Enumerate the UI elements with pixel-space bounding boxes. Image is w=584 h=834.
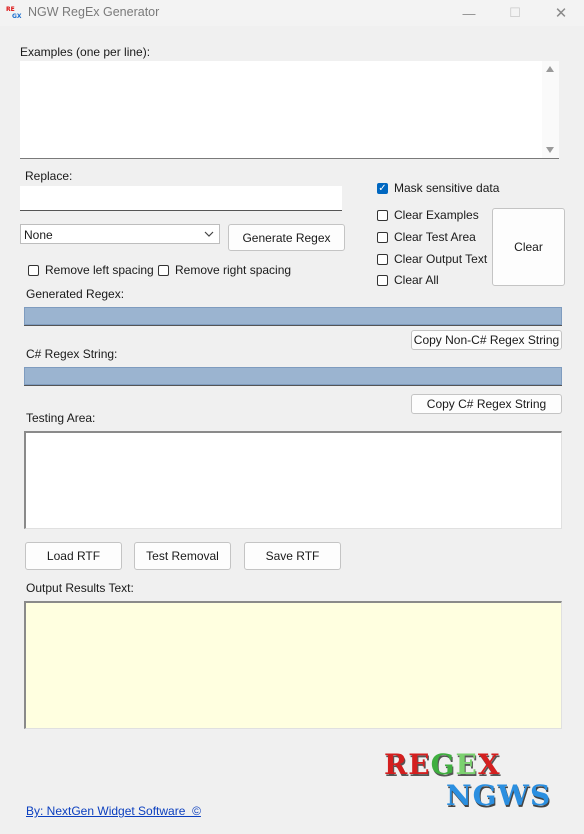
output-results-textbox[interactable] [24, 601, 562, 729]
minimize-button[interactable]: — [446, 0, 492, 26]
regex-logo: REGEX [384, 748, 501, 781]
checkbox-checked-icon[interactable]: ✓ [377, 182, 388, 194]
output-results-label: Output Results Text: [26, 581, 134, 595]
clear-test-area-checkbox[interactable]: Clear Test Area [377, 230, 476, 244]
svg-text:RE: RE [6, 6, 15, 13]
maximize-button[interactable]: ☐ [492, 0, 538, 26]
copy-csharp-button[interactable]: Copy C# Regex String [411, 394, 562, 414]
remove-left-spacing-checkbox[interactable]: Remove left spacing [28, 263, 154, 277]
close-button[interactable]: ✕ [538, 0, 584, 26]
replace-label: Replace: [25, 169, 73, 183]
checkbox-icon[interactable] [377, 231, 388, 243]
examples-textarea[interactable] [20, 61, 559, 159]
copy-non-csharp-button[interactable]: Copy Non-C# Regex String [411, 330, 562, 350]
save-rtf-button[interactable]: Save RTF [244, 542, 341, 570]
chevron-down-icon[interactable] [204, 230, 214, 238]
replace-input[interactable] [20, 186, 342, 211]
remove-right-spacing-label: Remove right spacing [175, 263, 292, 277]
scroll-up-arrow-icon[interactable] [546, 66, 554, 72]
window-title: NGW RegEx Generator [28, 5, 160, 19]
svg-text:GX: GX [12, 13, 22, 19]
clear-all-label: Clear All [394, 273, 439, 287]
testing-area-label: Testing Area: [26, 411, 96, 425]
clear-examples-label: Clear Examples [394, 208, 479, 222]
dropdown-selected-value: None [24, 228, 53, 242]
ngws-logo: NGWS [446, 779, 552, 812]
csharp-regex-underline [24, 385, 562, 386]
checkbox-icon[interactable] [377, 274, 388, 286]
title-bar: RE GX NGW RegEx Generator — ☐ ✕ [0, 0, 584, 26]
examples-scrollbar[interactable] [542, 61, 559, 158]
clear-button[interactable]: Clear [492, 208, 565, 286]
generated-regex-underline [24, 325, 562, 326]
checkbox-icon[interactable] [377, 209, 388, 221]
remove-right-spacing-checkbox[interactable]: Remove right spacing [158, 263, 291, 277]
clear-test-area-label: Clear Test Area [394, 230, 476, 244]
clear-all-checkbox[interactable]: Clear All [377, 273, 439, 287]
csharp-regex-label: C# Regex String: [26, 347, 118, 361]
mask-sensitive-checkbox[interactable]: ✓ Mask sensitive data [377, 181, 499, 195]
mode-dropdown[interactable]: None [20, 224, 220, 244]
examples-label: Examples (one per line): [20, 45, 151, 59]
generated-regex-label: Generated Regex: [26, 287, 125, 301]
scroll-down-arrow-icon[interactable] [546, 147, 554, 153]
checkbox-icon[interactable] [377, 253, 388, 265]
clear-output-text-label: Clear Output Text [394, 252, 488, 266]
clear-examples-checkbox[interactable]: Clear Examples [377, 208, 479, 222]
checkbox-icon[interactable] [28, 264, 39, 276]
app-icon: RE GX [6, 6, 22, 19]
remove-left-spacing-label: Remove left spacing [45, 263, 154, 277]
load-rtf-button[interactable]: Load RTF [25, 542, 122, 570]
testing-area-textbox[interactable] [24, 431, 562, 529]
generate-regex-button[interactable]: Generate Regex [228, 224, 345, 251]
test-removal-button[interactable]: Test Removal [134, 542, 231, 570]
checkbox-icon[interactable] [158, 264, 169, 276]
footer-link[interactable]: By: NextGen Widget Software © [26, 804, 201, 818]
generated-regex-field[interactable] [24, 307, 562, 325]
csharp-regex-field[interactable] [24, 367, 562, 385]
clear-output-text-checkbox[interactable]: Clear Output Text [377, 252, 487, 266]
mask-sensitive-label: Mask sensitive data [394, 181, 500, 195]
